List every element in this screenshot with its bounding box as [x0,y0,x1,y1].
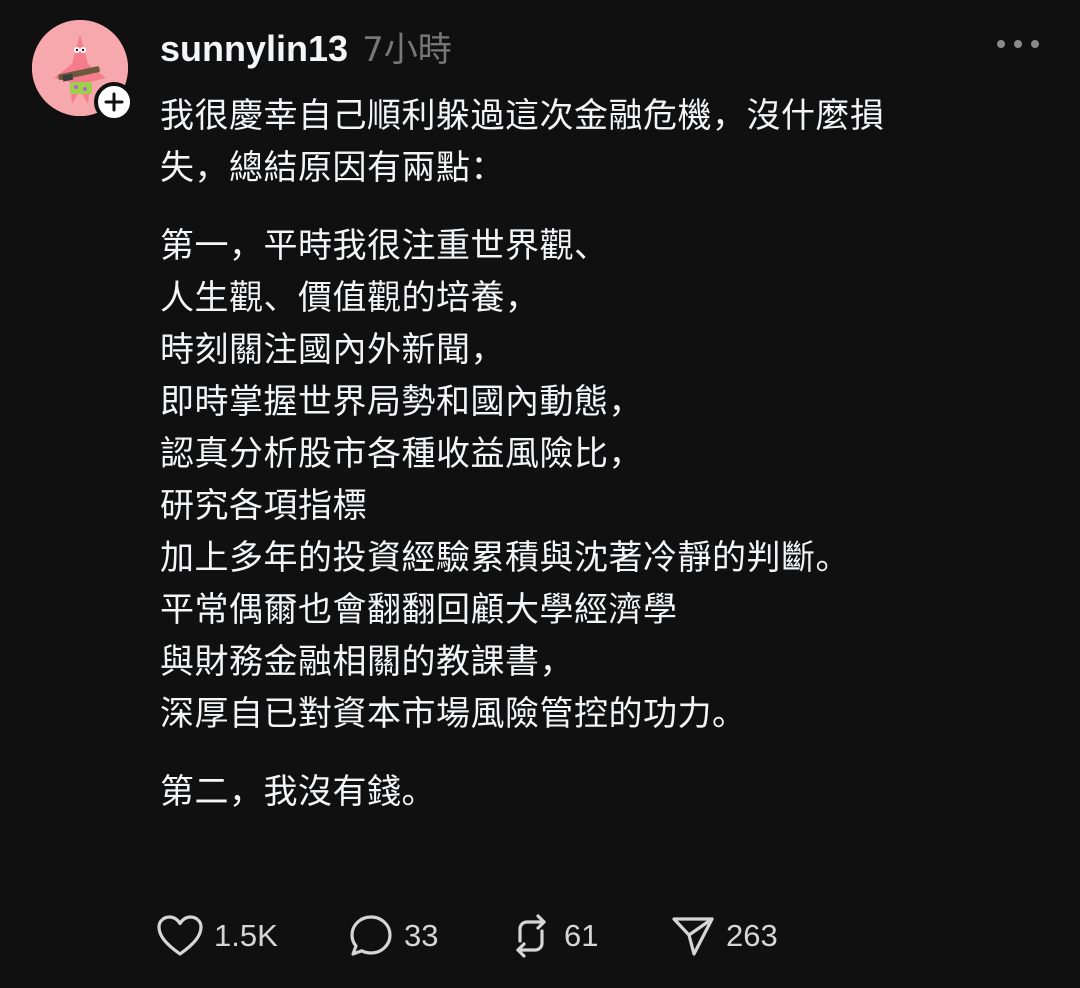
post-line: 人生觀、價值觀的培養， [160,278,540,318]
comment-bubble-icon [350,915,392,956]
heart-icon [157,915,203,956]
post-line: 失，總結原因有兩點： [160,148,505,188]
post-line: 加上多年的投資經驗累積與沈著冷靜的判斷。 [160,538,850,578]
follow-button[interactable] [94,82,134,122]
reply-count: 33 [404,918,439,953]
post-line: 深厚自已對資本市場風險管控的功力。 [160,694,747,734]
post-header: sunnylin13 7小時 [160,22,452,72]
share-button[interactable]: 263 [670,913,810,959]
like-count: 1.5K [214,918,278,953]
username[interactable]: sunnylin13 [160,28,348,70]
action-bar: 1.5K 33 61 263 [156,910,810,962]
post-line: 第二，我沒有錢。 [160,772,436,812]
post-line: 平常偶爾也會翻翻回顧大學經濟學 [160,590,678,630]
plus-icon [104,92,124,112]
post-paragraph-2: 第一，平時我很注重世界觀、 人生觀、價值觀的培養， 時刻關注國內外新聞， 即時掌… [160,220,1040,740]
post-line: 即時掌握世界局勢和國內動態， [160,382,643,422]
like-button[interactable]: 1.5K [156,914,348,958]
more-dots-icon [997,40,1039,48]
timestamp: 7小時 [362,30,452,70]
reply-button[interactable]: 33 [348,913,508,959]
more-options-button[interactable] [992,26,1044,62]
repost-icon [516,914,546,958]
post-line: 第一，平時我很注重世界觀、 [160,226,609,266]
post-paragraph-3: 第二，我沒有錢。 [160,766,1040,818]
send-icon [672,917,714,956]
post-line: 時刻關注國內外新聞， [160,330,505,370]
post-text: 我很慶幸自己順利躲過這次金融危機，沒什麼損 失，總結原因有兩點： 第一，平時我很… [160,90,1040,844]
repost-count: 61 [564,918,599,953]
share-count: 263 [726,918,778,953]
repost-button[interactable]: 61 [508,913,670,959]
post-paragraph-1: 我很慶幸自己順利躲過這次金融危機，沒什麼損 失，總結原因有兩點： [160,90,1040,194]
post-line: 我很慶幸自己順利躲過這次金融危機，沒什麼損 [160,96,885,136]
post-line: 研究各項指標 [160,486,367,526]
post-line: 與財務金融相關的教課書， [160,642,574,682]
post-line: 認真分析股市各種收益風險比， [160,434,643,474]
avatar-container[interactable] [32,20,134,122]
